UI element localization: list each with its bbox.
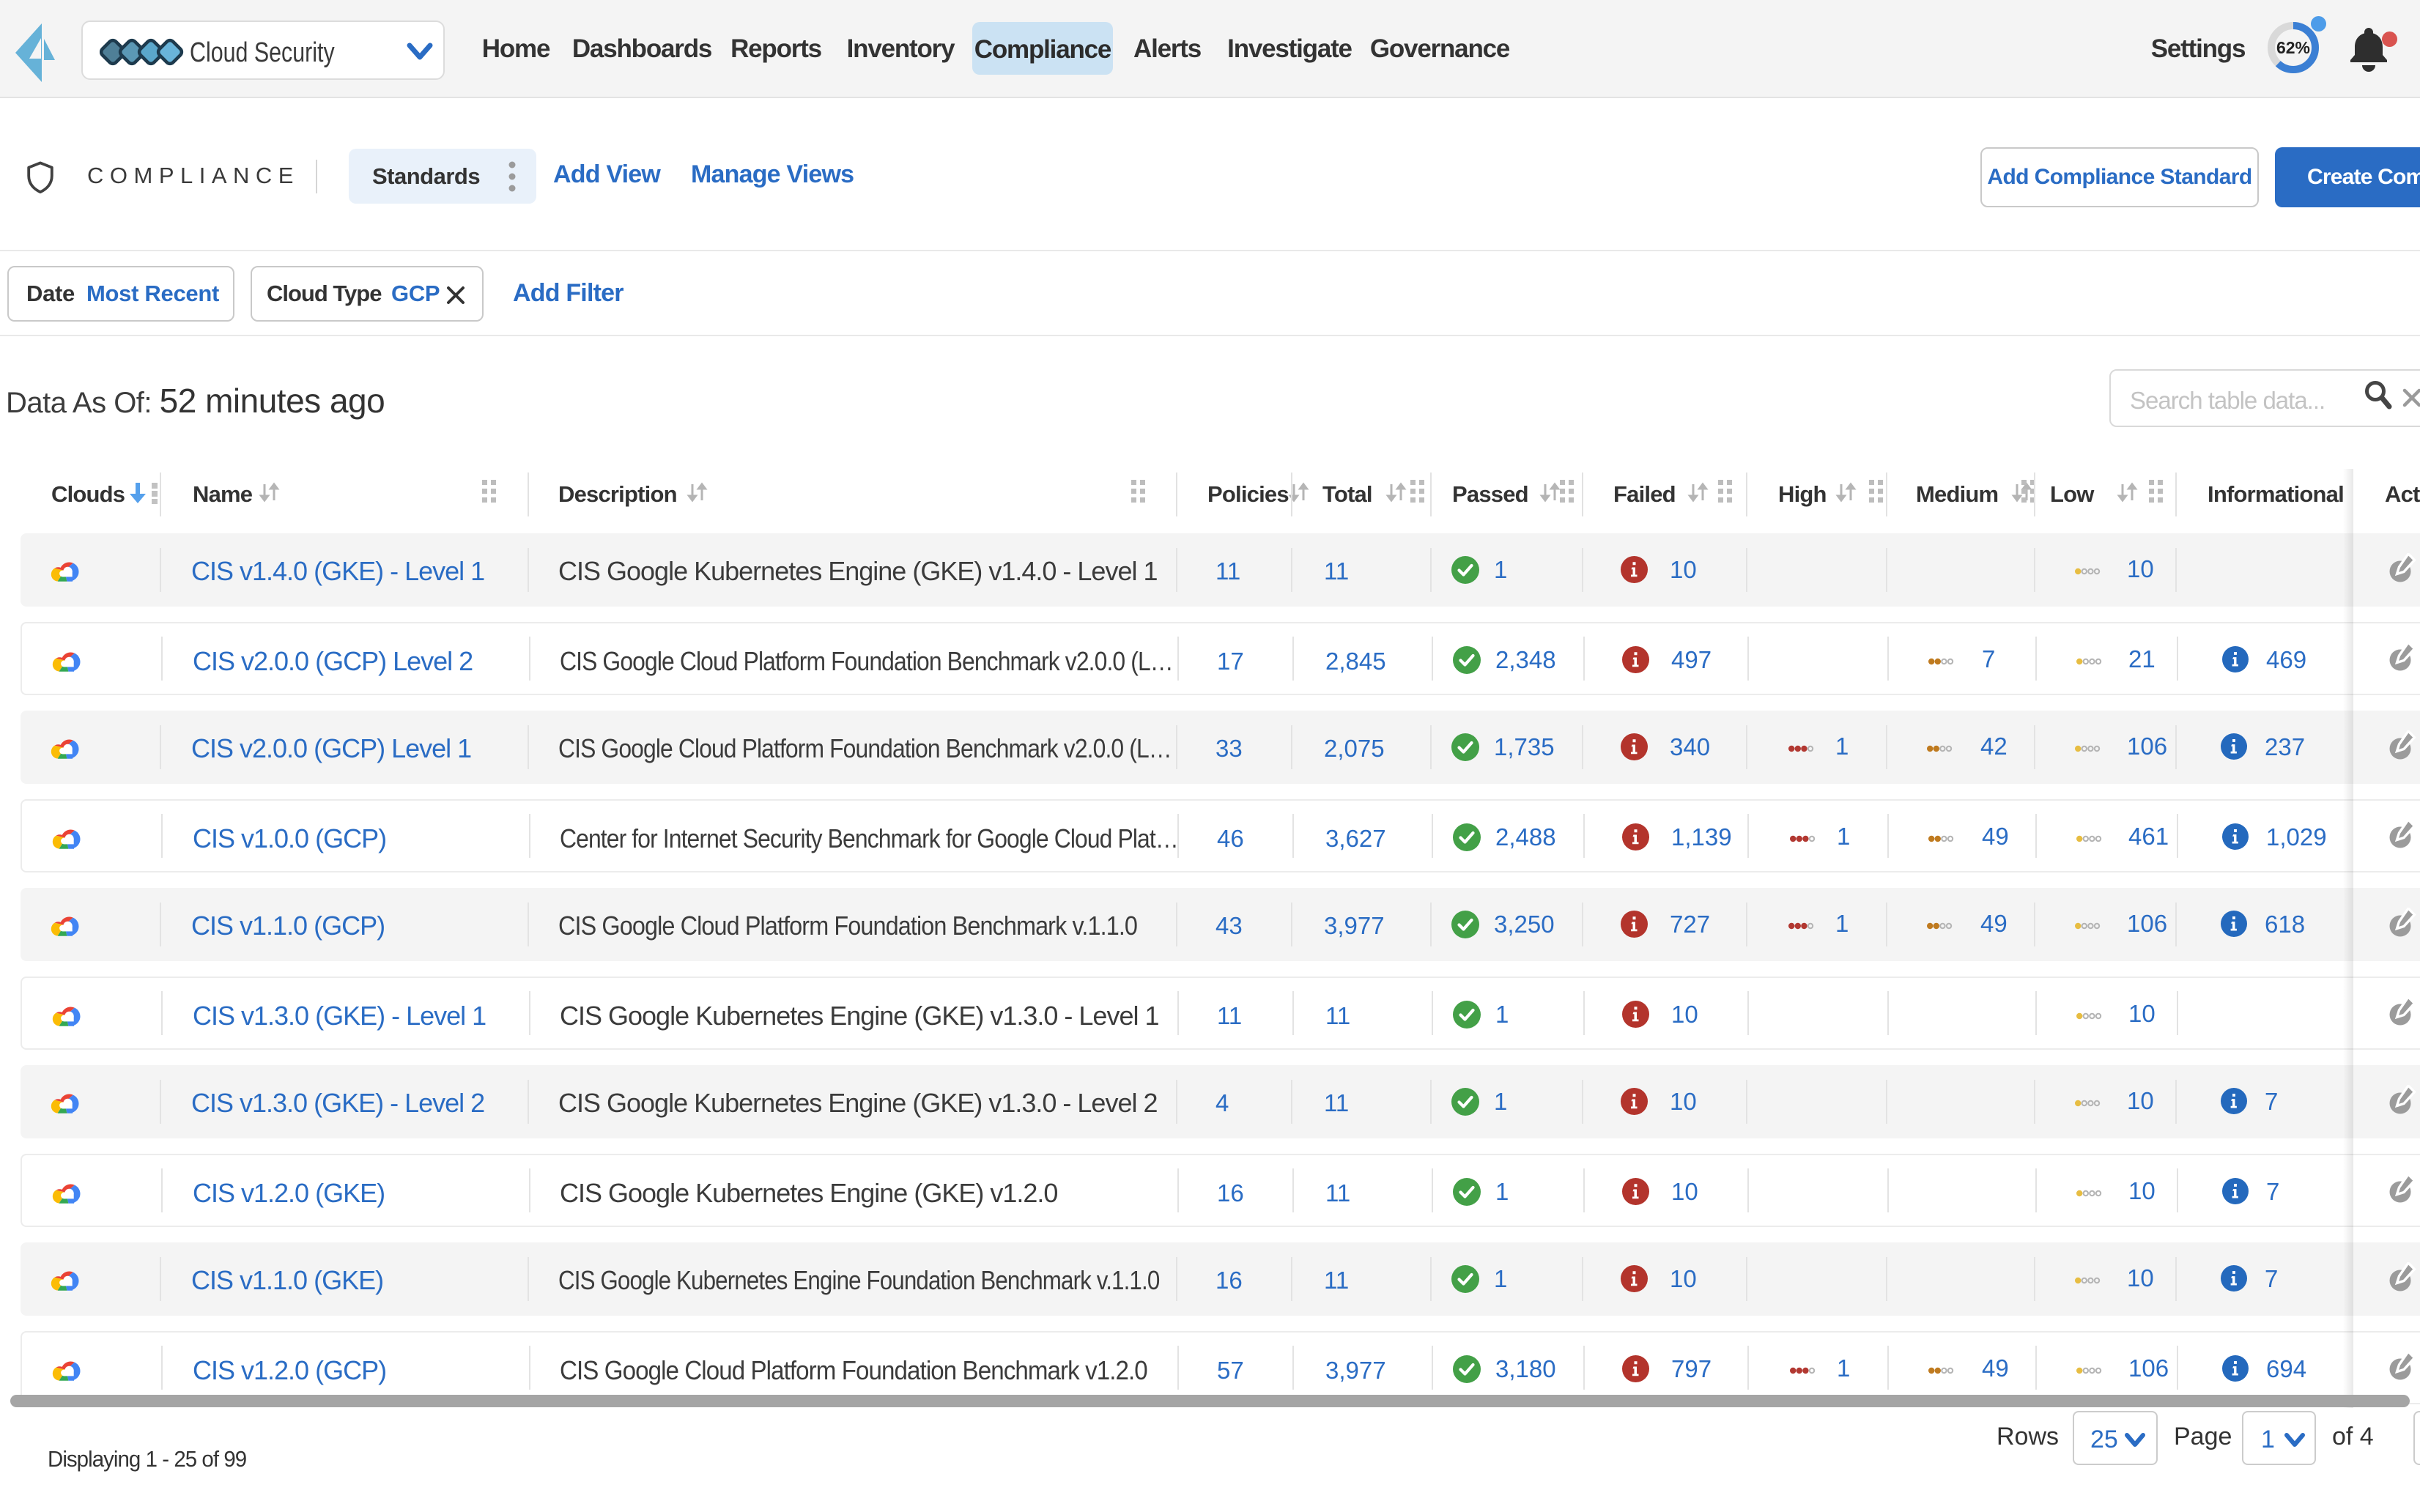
svg-text:62%: 62% xyxy=(2276,38,2310,57)
